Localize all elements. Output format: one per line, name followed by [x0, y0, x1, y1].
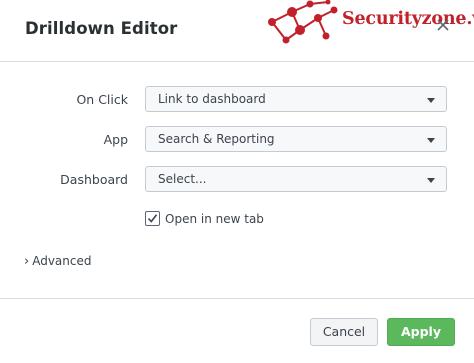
- checkmark-icon: [147, 214, 158, 223]
- caret-down-icon: [427, 98, 435, 103]
- app-select[interactable]: Search & Reporting: [145, 126, 447, 152]
- app-label: App: [103, 132, 128, 147]
- on-click-select[interactable]: Link to dashboard: [145, 86, 447, 112]
- on-click-value: Link to dashboard: [158, 92, 266, 106]
- dialog-footer: Cancel Apply: [0, 298, 474, 363]
- dashboard-value: Select...: [158, 172, 207, 186]
- dashboard-label: Dashboard: [60, 172, 128, 187]
- apply-button[interactable]: Apply: [387, 318, 455, 346]
- advanced-label: Advanced: [32, 254, 92, 268]
- chevron-right-icon: ›: [24, 253, 30, 269]
- close-icon[interactable]: [434, 17, 452, 35]
- on-click-label: On Click: [76, 92, 128, 107]
- open-in-new-tab-label[interactable]: Open in new tab: [165, 212, 264, 226]
- network-logo-icon: [268, 0, 338, 44]
- app-value: Search & Reporting: [158, 132, 275, 146]
- advanced-toggle[interactable]: › Advanced: [24, 254, 91, 268]
- cancel-button[interactable]: Cancel: [310, 318, 378, 346]
- caret-down-icon: [427, 138, 435, 143]
- caret-down-icon: [427, 178, 435, 183]
- drilldown-editor-dialog: Drilldown Editor Securityzone. On Click …: [0, 0, 474, 363]
- dialog-title: Drilldown Editor: [25, 19, 178, 38]
- dialog-header: Drilldown Editor Securityzone.: [0, 0, 474, 62]
- open-in-new-tab-checkbox[interactable]: [145, 211, 160, 226]
- watermark-text: Securityzone.vn: [342, 9, 474, 29]
- dashboard-select[interactable]: Select...: [145, 166, 447, 192]
